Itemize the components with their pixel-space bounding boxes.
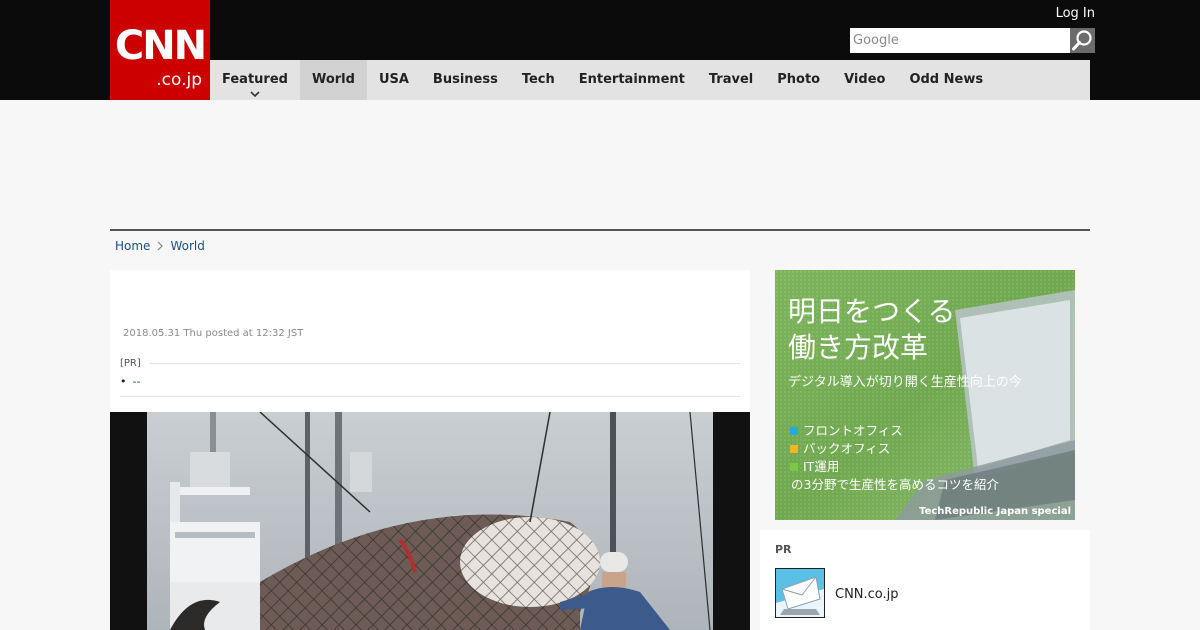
breadcrumb-home[interactable]: Home	[115, 239, 150, 253]
square-bullet-icon	[790, 445, 798, 453]
breadcrumb: Home World	[115, 238, 205, 254]
bullet-icon: •	[120, 375, 127, 388]
pr-link[interactable]: --	[133, 375, 141, 388]
pr-widget: PR CNN.co.jp	[760, 530, 1090, 630]
banner-subhead: デジタル導入が切り開く生産性向上の今	[788, 375, 1022, 390]
chevron-down-icon	[250, 91, 260, 98]
nav-item-world[interactable]: World	[299, 60, 367, 100]
nav-item-tech[interactable]: Tech	[510, 60, 567, 100]
pr-link-row: • --	[120, 375, 140, 388]
breadcrumb-world[interactable]: World	[170, 239, 204, 253]
mail-thumbnail-icon	[776, 569, 824, 617]
nav-item-usa[interactable]: USA	[367, 60, 421, 100]
search-input[interactable]	[850, 28, 1070, 53]
banner-headline-2: 働き方改革	[788, 331, 929, 364]
banner-footer: TechRepublic Japan special	[919, 506, 1071, 517]
pr-item-thumbnail[interactable]	[775, 568, 825, 618]
nav-item-odd-news[interactable]: Odd News	[897, 60, 995, 100]
nav-item-label: Business	[432, 72, 498, 87]
banner-list-label: IT運用	[803, 459, 840, 474]
banner-list-label: バックオフィス	[803, 441, 891, 456]
nav-item-entertainment[interactable]: Entertainment	[567, 60, 697, 100]
nav-item-video[interactable]: Video	[832, 60, 897, 100]
nav-item-label: Tech	[521, 72, 555, 87]
cnn-logo[interactable]: CNN .co.jp	[110, 0, 210, 100]
banner-list-label: フロントオフィス	[803, 423, 903, 438]
whale-net-illustration	[110, 412, 750, 630]
pr-divider-bottom	[120, 396, 740, 397]
nav-item-label: Travel	[708, 72, 754, 87]
logo-wordmark: CNN	[114, 23, 207, 69]
nav-item-label: Photo	[777, 72, 821, 87]
nav-item-label: World	[311, 72, 355, 87]
nav-item-photo[interactable]: Photo	[765, 60, 832, 100]
banner-list-item: IT運用	[790, 458, 999, 476]
nav-item-business[interactable]: Business	[421, 60, 510, 100]
square-bullet-icon	[790, 463, 798, 471]
search-icon	[1072, 30, 1092, 51]
banner-list: フロントオフィス バックオフィス IT運用 の3分野で生産性を高めるコツを紹介	[790, 422, 999, 494]
nav-item-label: Odd News	[909, 72, 984, 87]
nav-item-label: Entertainment	[578, 72, 685, 87]
side-ad-banner[interactable]: 明日をつくる 働き方改革 デジタル導入が切り開く生産性向上の今 フロントオフィス…	[775, 270, 1075, 520]
banner-list-item: フロントオフィス	[790, 422, 999, 440]
pr-item-text[interactable]: CNN.co.jp	[835, 587, 899, 602]
top-ad-space	[110, 100, 1090, 230]
nav-item-label: Video	[844, 72, 886, 87]
banner-list-item: バックオフィス	[790, 440, 999, 458]
nav-item-label: Featured	[222, 72, 288, 87]
nav-item-travel[interactable]: Travel	[697, 60, 765, 100]
square-bullet-icon	[790, 427, 798, 435]
nav-item-label: USA	[378, 72, 409, 87]
posted-timestamp: 2018.05.31 Thu posted at 12:32 JST	[123, 328, 304, 339]
article-photo[interactable]	[110, 412, 750, 630]
login-link[interactable]: Log In	[1040, 6, 1095, 22]
pr-label: [PR]	[120, 358, 141, 369]
article-header-card: 2018.05.31 Thu posted at 12:32 JST [PR] …	[110, 270, 750, 412]
banner-headline-1: 明日をつくる	[788, 295, 956, 328]
logo-domain: .co.jp	[156, 70, 202, 90]
chevron-right-icon	[158, 241, 164, 251]
pr-divider-top	[150, 363, 740, 364]
search-button[interactable]	[1070, 28, 1095, 53]
section-divider	[110, 229, 1090, 231]
banner-tail: の3分野で生産性を高めるコツを紹介	[791, 477, 999, 492]
nav-item-featured[interactable]: Featured	[210, 60, 300, 100]
main-nav: Featured World USA Business Tech Enterta…	[210, 60, 1090, 100]
pr-widget-label: PR	[775, 543, 792, 556]
